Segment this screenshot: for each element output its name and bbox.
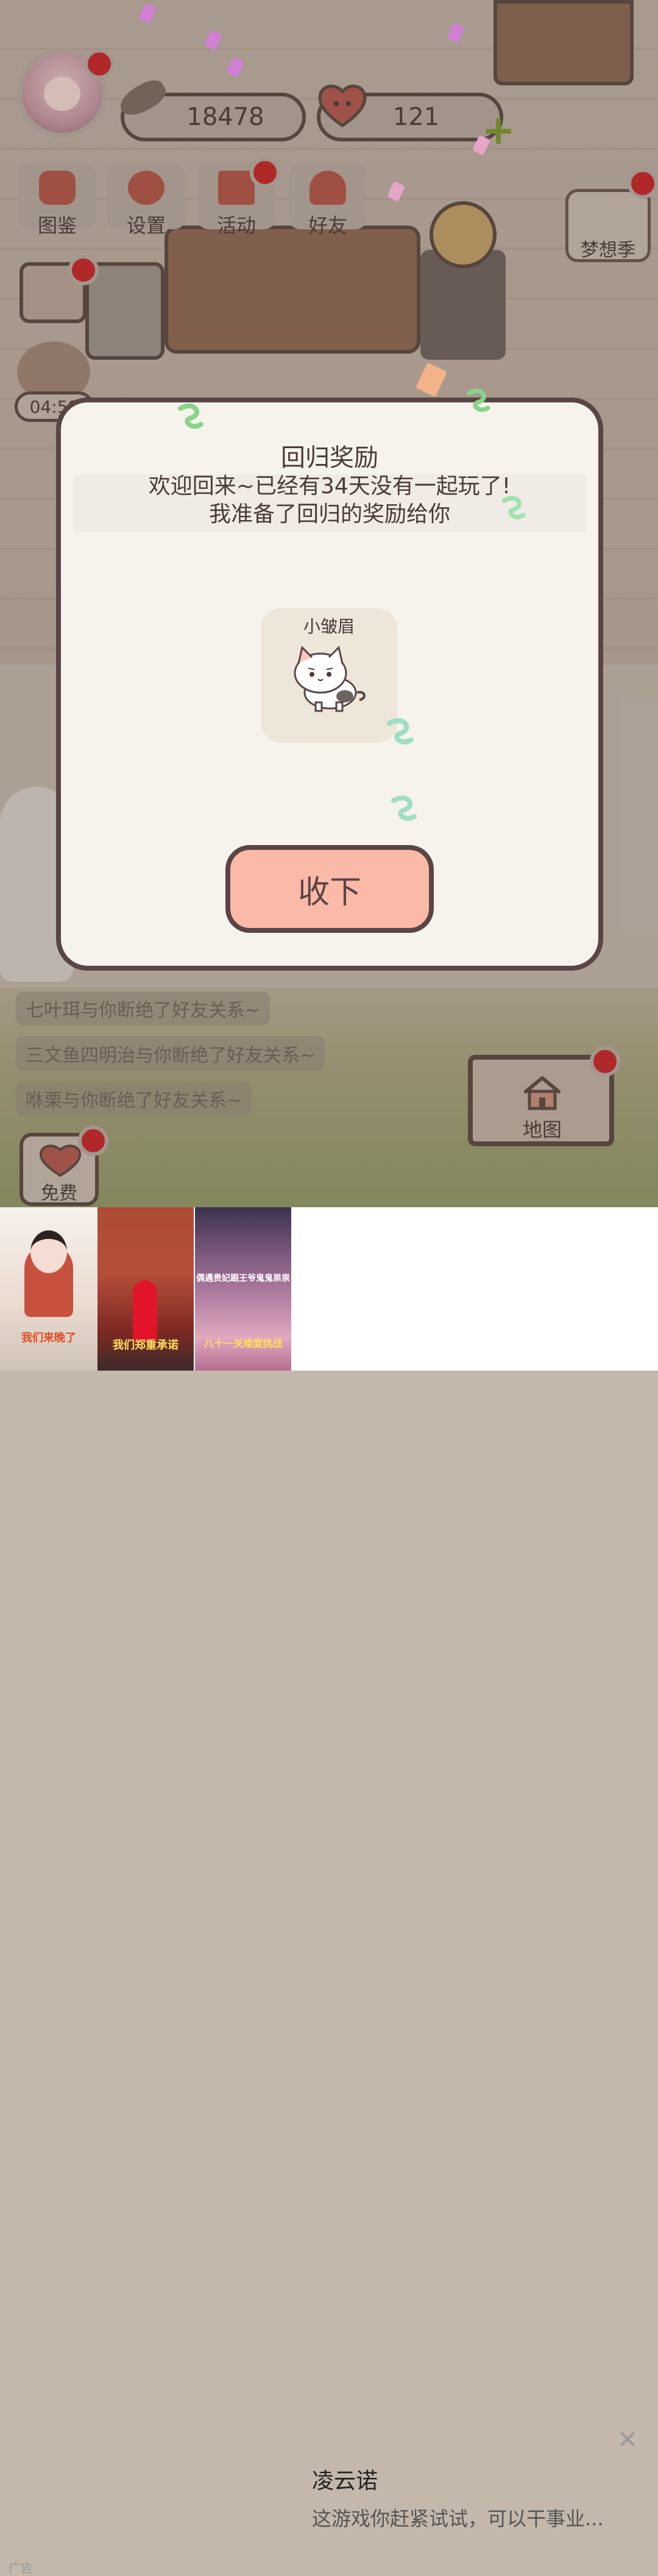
ribbon-confetti bbox=[387, 718, 414, 744]
ad-image[interactable]: 我们来晚了 bbox=[0, 1207, 97, 1371]
ribbon-confetti bbox=[178, 403, 203, 429]
ribbon-confetti bbox=[391, 795, 417, 821]
accept-label: 收下 bbox=[297, 874, 361, 911]
ad-character-head bbox=[30, 1230, 67, 1273]
ad-caption: 八十一关难度挑战 bbox=[203, 1338, 282, 1349]
ad-image[interactable]: 我们郑重承诺 bbox=[97, 1207, 194, 1371]
reward-name: 小皱眉 bbox=[303, 616, 355, 637]
ad-caption: 我们郑重承诺 bbox=[113, 1339, 179, 1352]
ad-label: 广告 bbox=[9, 2561, 33, 2575]
ribbon-confetti bbox=[501, 496, 526, 519]
accept-button[interactable]: 收下 bbox=[225, 845, 434, 933]
ad-character bbox=[133, 1280, 157, 1341]
ribbon-confetti bbox=[466, 388, 490, 412]
dialog-title: 回归奖励 bbox=[281, 444, 378, 472]
ad-banner[interactable]: 我们来晚了 我们郑重承诺 偶遇贵妃跟王爷鬼鬼祟祟 八十一关难度挑战 凌云诺 这游… bbox=[0, 1207, 658, 2575]
ad-description[interactable]: 这游戏你赶紧试试，可以干事业... bbox=[312, 2503, 604, 2531]
close-icon[interactable]: ✕ bbox=[614, 2427, 641, 2453]
cat-icon bbox=[294, 646, 366, 712]
ad-title[interactable]: 凌云诺 bbox=[312, 2463, 378, 2495]
ad-image[interactable]: 偶遇贵妃跟王爷鬼鬼祟祟 八十一关难度挑战 bbox=[195, 1207, 291, 1371]
ad-caption: 我们来晚了 bbox=[21, 1332, 76, 1344]
ad-caption: 偶遇贵妃跟王爷鬼鬼祟祟 bbox=[196, 1274, 290, 1283]
